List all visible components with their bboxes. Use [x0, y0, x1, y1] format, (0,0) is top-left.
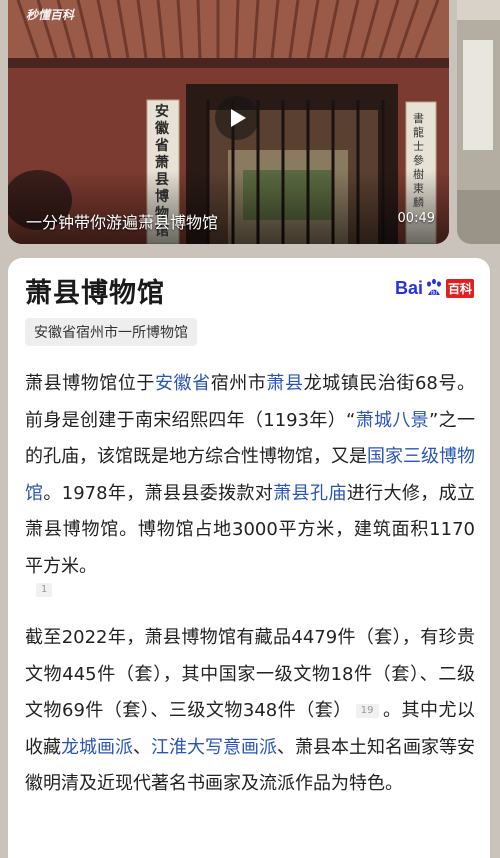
logo-bai: Bai — [394, 277, 423, 298]
play-icon — [231, 109, 246, 127]
collection-text: 、 — [133, 736, 151, 758]
video-watermark: 秒懂百科 — [26, 8, 75, 22]
intro-text: 。1978年，萧县县委拨款对 — [43, 482, 274, 504]
baidu-baike-logo[interactable]: Bai du 百科 — [395, 275, 474, 301]
intro-link[interactable]: 萧城八景 — [355, 410, 429, 431]
page-title: 萧县博物馆 — [25, 278, 165, 309]
intro-link[interactable]: 萧县 — [266, 373, 303, 394]
next-video-thumbnail — [457, 0, 500, 244]
video-caption: 一分钟带你游遍萧县博物馆 — [26, 213, 219, 232]
intro-link[interactable]: 萧县孔庙 — [273, 483, 347, 504]
baidu-paw-icon: du — [426, 278, 441, 297]
logo-baike: 百科 — [445, 278, 474, 298]
play-button[interactable] — [215, 96, 259, 140]
citation-1-label[interactable]: 1 — [36, 582, 53, 597]
intro-text: 宿州市 — [210, 373, 267, 394]
citation-1[interactable]: 1 — [32, 579, 56, 598]
collection-link[interactable]: 江淮大写意画派 — [151, 737, 277, 758]
collection-paragraph: 截至2022年，萧县博物馆有藏品4479件（套），有珍贵文物445件（套），其中… — [25, 620, 475, 803]
intro-paragraph: 萧县博物馆位于安徽省宿州市萧县龙城镇民治街68号。前身是创建于南宋绍熙四年（11… — [25, 366, 475, 585]
video-carousel[interactable]: 安徽省萧县博物馆 書龍士參樹東麟 秒懂百科 一分钟带你游遍萧县博物馆 00:49 — [0, 0, 500, 258]
side-plaque-text: 書龍士參樹東麟 — [413, 112, 424, 209]
citation-19[interactable]: 19 — [355, 704, 379, 718]
intro-link[interactable]: 安徽省 — [155, 373, 211, 394]
subtitle-tag: 安徽省宿州市一所博物馆 — [25, 318, 197, 346]
svg-text:du: du — [431, 291, 438, 297]
intro-text: 萧县博物馆位于 — [25, 373, 155, 394]
video-duration: 00:49 — [397, 211, 435, 226]
next-video-card[interactable] — [457, 0, 500, 244]
video-card[interactable]: 安徽省萧县博物馆 書龍士參樹東麟 秒懂百科 一分钟带你游遍萧县博物馆 00:49 — [8, 0, 449, 244]
article-card: 萧县博物馆 Bai du 百科 安徽省宿州市一所博物馆 萧县博物馆位于安徽省宿州… — [8, 258, 490, 858]
collection-link[interactable]: 龙城画派 — [61, 737, 133, 758]
